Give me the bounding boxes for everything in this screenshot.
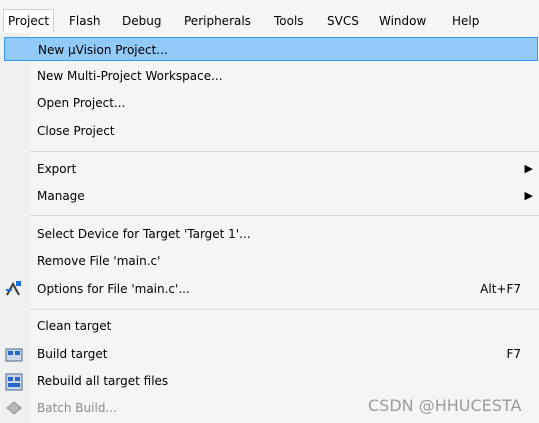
batch-build-icon xyxy=(6,401,22,415)
icon-column xyxy=(0,33,30,423)
menu-flash[interactable]: Flash xyxy=(69,11,100,31)
close-project-item[interactable]: Close Project xyxy=(30,119,539,143)
build-target-item[interactable]: Build target F7 xyxy=(30,342,539,366)
remove-file-item[interactable]: Remove File 'main.c' xyxy=(30,249,539,273)
menu-separator xyxy=(30,309,539,310)
manage-item[interactable]: Manage ▶ xyxy=(30,184,539,208)
menu-help[interactable]: Help xyxy=(452,11,479,31)
menu-svcs[interactable]: SVCS xyxy=(327,11,359,31)
submenu-arrow-icon: ▶ xyxy=(524,189,533,202)
build-target-icon xyxy=(5,348,23,362)
menu-debug[interactable]: Debug xyxy=(122,11,161,31)
options-for-file-item[interactable]: Options for File 'main.c'... Alt+F7 xyxy=(30,277,539,301)
menu-peripherals[interactable]: Peripherals xyxy=(184,11,251,31)
export-item[interactable]: Export ▶ xyxy=(30,157,539,181)
clean-target-item[interactable]: Clean target xyxy=(30,314,539,338)
build-shortcut: F7 xyxy=(506,347,521,361)
menu-project[interactable]: Project xyxy=(3,9,55,32)
open-project-item[interactable]: Open Project... xyxy=(30,91,539,115)
menu-tools[interactable]: Tools xyxy=(274,11,304,31)
rebuild-all-item[interactable]: Rebuild all target files xyxy=(30,369,539,393)
project-dropdown-menu: New µVision Project... New Multi-Project… xyxy=(4,33,539,423)
menu-window[interactable]: Window xyxy=(379,11,426,31)
rebuild-all-icon xyxy=(5,373,23,391)
menu-separator xyxy=(30,151,539,152)
new-multi-project-item[interactable]: New Multi-Project Workspace... xyxy=(30,64,539,88)
select-device-item[interactable]: Select Device for Target 'Target 1'... xyxy=(30,222,539,246)
menu-separator xyxy=(30,215,539,216)
options-icon xyxy=(6,281,21,296)
submenu-arrow-icon: ▶ xyxy=(524,162,533,175)
menu-bar: Project Flash Debug Peripherals Tools SV… xyxy=(0,0,539,34)
new-uvision-project-item[interactable]: New µVision Project... xyxy=(4,37,538,61)
watermark: CSDN @HHUCESTA xyxy=(368,396,522,415)
options-shortcut: Alt+F7 xyxy=(480,282,521,296)
